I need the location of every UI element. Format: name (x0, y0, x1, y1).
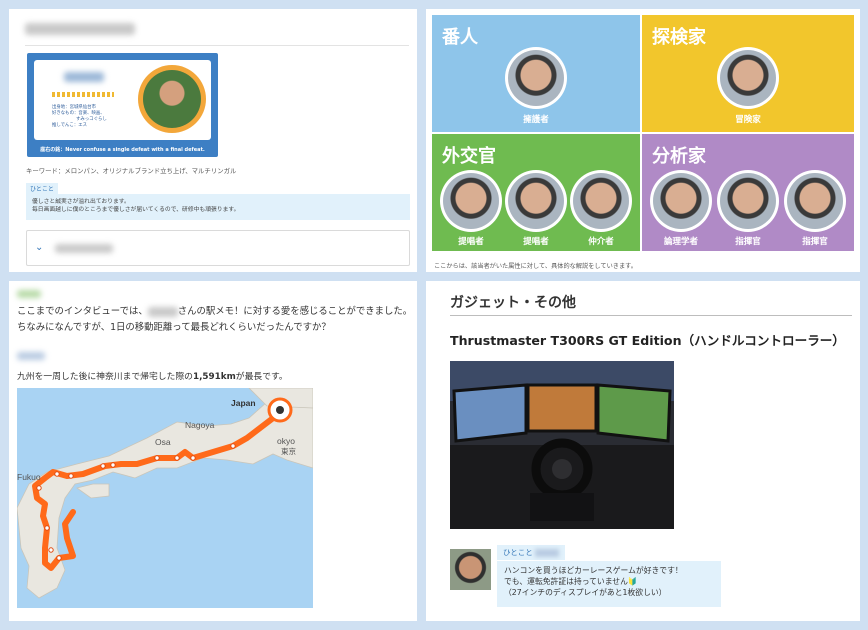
member-photo (570, 170, 632, 232)
member-label: 擁護者 (523, 115, 549, 125)
member-label: 仲介者 (588, 237, 614, 247)
answer-part: が最長です。 (235, 372, 288, 382)
member-label: 論理学者 (663, 237, 698, 247)
map-label: okyo (277, 436, 295, 446)
member-photo (650, 170, 712, 232)
gadget-panel: ガジェット・その他 Thrustmaster T300RS GT Edition… (426, 281, 860, 621)
speaker-name (17, 352, 45, 360)
bubble-label: ひとこと (497, 545, 566, 560)
quadrant-title: 番人 (442, 27, 478, 48)
profile-photo (138, 65, 206, 133)
divider (450, 315, 852, 316)
section-heading: ガジェット・その他 (450, 295, 576, 311)
map-label: Osa (155, 437, 171, 447)
bubble-line: （27インチのディスプレイがあと1枚欲しい） (504, 588, 667, 597)
memo-label: ひとこと (26, 183, 58, 194)
member-photo (440, 170, 502, 232)
answer-text: 九州を一周した後に神奈川まで帰宅した際の1,591kmが最長です。 (17, 369, 288, 382)
memo-box: 優しさと誠実さが溢れ出ております。 毎日画面越しに僕のところまで優しさが届いてく… (26, 194, 410, 220)
member-photo (784, 170, 846, 232)
decor-dots (52, 92, 114, 97)
speaker-avatar (450, 549, 491, 590)
map-label: 東京 (281, 447, 296, 456)
types-panel: 番人 擁護者 探検家 冒険家 外交官 提唱者 提唱者 仲介者 分析家 論理学者 … (426, 9, 860, 272)
question-part: ここまでのインタビューでは、 (17, 306, 148, 317)
question-part: ちなみになんですが、1日の移動距離って最長どれくらいだったんですか？ (17, 322, 331, 333)
memo-line: 毎日画面越しに僕のところまで優しさが届いてくるので、研修中も頑張ります。 (32, 207, 240, 213)
map-label: Fukuo (17, 472, 41, 482)
bubble-label-text: ひとこと (503, 548, 533, 557)
quadrant-explorer: 探検家 冒険家 (642, 15, 854, 132)
member-label: 冒険家 (735, 115, 761, 125)
keywords: キーワード：メロンパン、オリジナルブランド立ち上げ、マルチリンガル (26, 167, 237, 175)
map-label: Japan (231, 398, 256, 408)
member-photo (505, 47, 567, 109)
question-text: ここまでのインタビューでは、 さんの駅メモ！に対する愛を感じることができました。 … (17, 304, 415, 336)
member-label: 指揮官 (802, 237, 828, 247)
accordion[interactable]: ⌄ (26, 230, 410, 266)
map-label: Nagoya (185, 420, 215, 430)
quadrant-title: 外交官 (442, 146, 496, 167)
accordion-title (55, 244, 113, 253)
profile-motto: 座右の銘：Never confuse a single defeat with … (40, 147, 205, 153)
speaker-name (17, 290, 41, 298)
setup-photo (450, 361, 674, 529)
divider (25, 45, 409, 46)
section-title (25, 23, 135, 35)
member-photo (717, 170, 779, 232)
memo-line: 優しさと誠実さが溢れ出ております。 (32, 199, 130, 205)
profile-card: 出身地：宮城県仙台市 好きなもの：音楽、映画、 すみっコぐらし 推しでんこ：エス… (27, 53, 218, 157)
bubble-line: ハンコンを買うほどカーレースゲームが好きです！ (504, 566, 683, 575)
profile-name (64, 72, 104, 82)
product-title: Thrustmaster T300RS GT Edition（ハンドルコントロー… (450, 333, 845, 348)
member-label: 提唱者 (458, 237, 484, 247)
question-part: さんの駅メモ！に対する愛を感じることができました。 (177, 306, 413, 317)
route-map: Japan Nagoya Osa okyo 東京 Fukuo (17, 388, 313, 608)
member-photo (717, 47, 779, 109)
profile-panel: 出身地：宮城県仙台市 好きなもの：音楽、映画、 すみっコぐらし 推しでんこ：エス… (9, 9, 417, 272)
footer-text: ここからは、該当者がいた属性に対して、具体的な解説をしていきます。 (434, 263, 637, 270)
distance-value: 1,591km (192, 372, 236, 382)
bubble-line: でも、運転免許証は持っていません🔰 (504, 577, 638, 586)
chevron-down-icon[interactable]: ⌄ (35, 242, 43, 253)
name-redacted (535, 549, 560, 557)
quadrant-title: 分析家 (652, 146, 706, 167)
interview-panel: ここまでのインタビューでは、 さんの駅メモ！に対する愛を感じることができました。 … (9, 281, 417, 621)
name-redacted (147, 306, 178, 317)
quadrant-diplomat: 外交官 提唱者 提唱者 仲介者 (432, 134, 640, 251)
profile-line: 推しでんこ：エス (52, 123, 87, 128)
answer-part: 九州を一周した後に神奈川まで帰宅した際の (17, 372, 193, 382)
quadrant-analyst: 分析家 論理学者 指揮官 指揮官 (642, 134, 854, 251)
quadrant-guardian: 番人 擁護者 (432, 15, 640, 132)
comment-bubble: ハンコンを買うほどカーレースゲームが好きです！ でも、運転免許証は持っていません… (497, 561, 721, 607)
member-photo (505, 170, 567, 232)
member-label: 指揮官 (735, 237, 761, 247)
member-label: 提唱者 (523, 237, 549, 247)
quadrant-title: 探検家 (652, 27, 706, 48)
